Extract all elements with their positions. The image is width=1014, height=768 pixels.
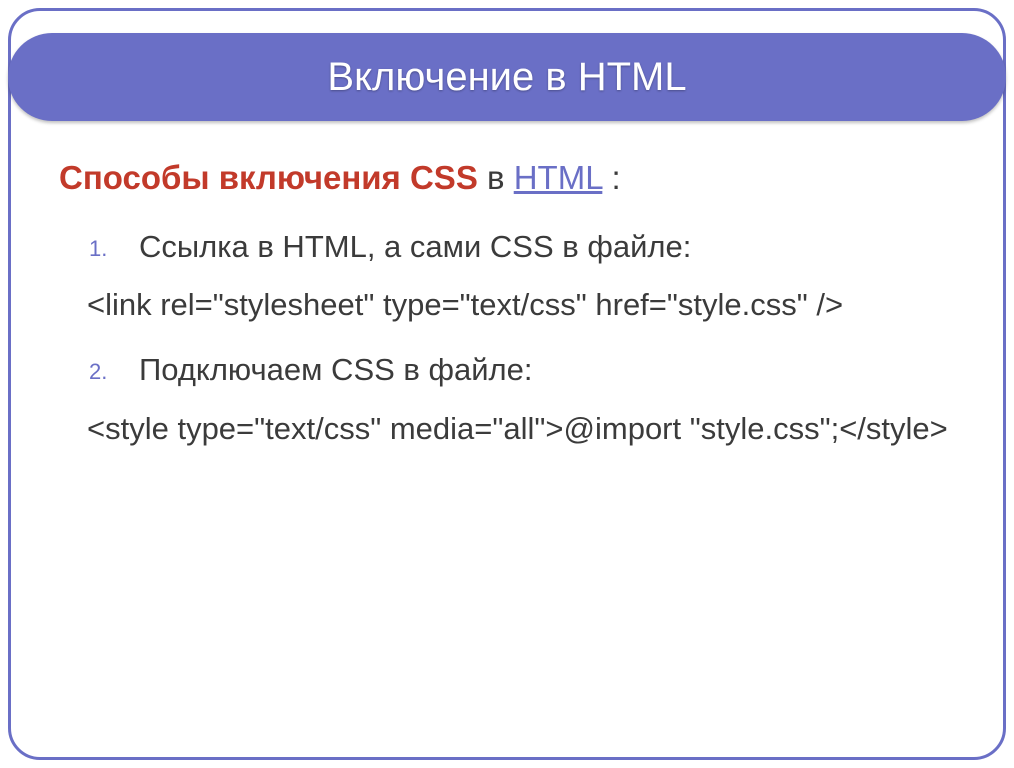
slide-content: Способы включения CSS в HTML : Ссылка в … <box>59 156 955 727</box>
code-block: <style type="text/css" media="all">@impo… <box>87 407 955 452</box>
title-bar: Включение в HTML <box>8 33 1006 121</box>
list-item: Подключаем CSS в файле: <box>59 348 955 393</box>
list-item-text: Подключаем CSS в файле: <box>139 352 533 387</box>
slide-frame: Включение в HTML Способы включения CSS в… <box>8 8 1006 760</box>
heading-link[interactable]: HTML <box>514 159 603 196</box>
code-block: <link rel="stylesheet" type="text/css" h… <box>87 283 955 328</box>
heading-red: Способы включения CSS <box>59 159 478 196</box>
list-item: Ссылка в HTML, а сами CSS в файле: <box>59 225 955 270</box>
ordered-list: Подключаем CSS в файле: <box>59 348 955 393</box>
heading-line: Способы включения CSS в HTML : <box>59 156 955 201</box>
slide-title: Включение в HTML <box>327 55 686 100</box>
ordered-list: Ссылка в HTML, а сами CSS в файле: <box>59 225 955 270</box>
list-item-text: Ссылка в HTML, а сами CSS в файле: <box>139 229 691 264</box>
heading-middle: в <box>478 159 514 196</box>
heading-tail: : <box>602 159 620 196</box>
